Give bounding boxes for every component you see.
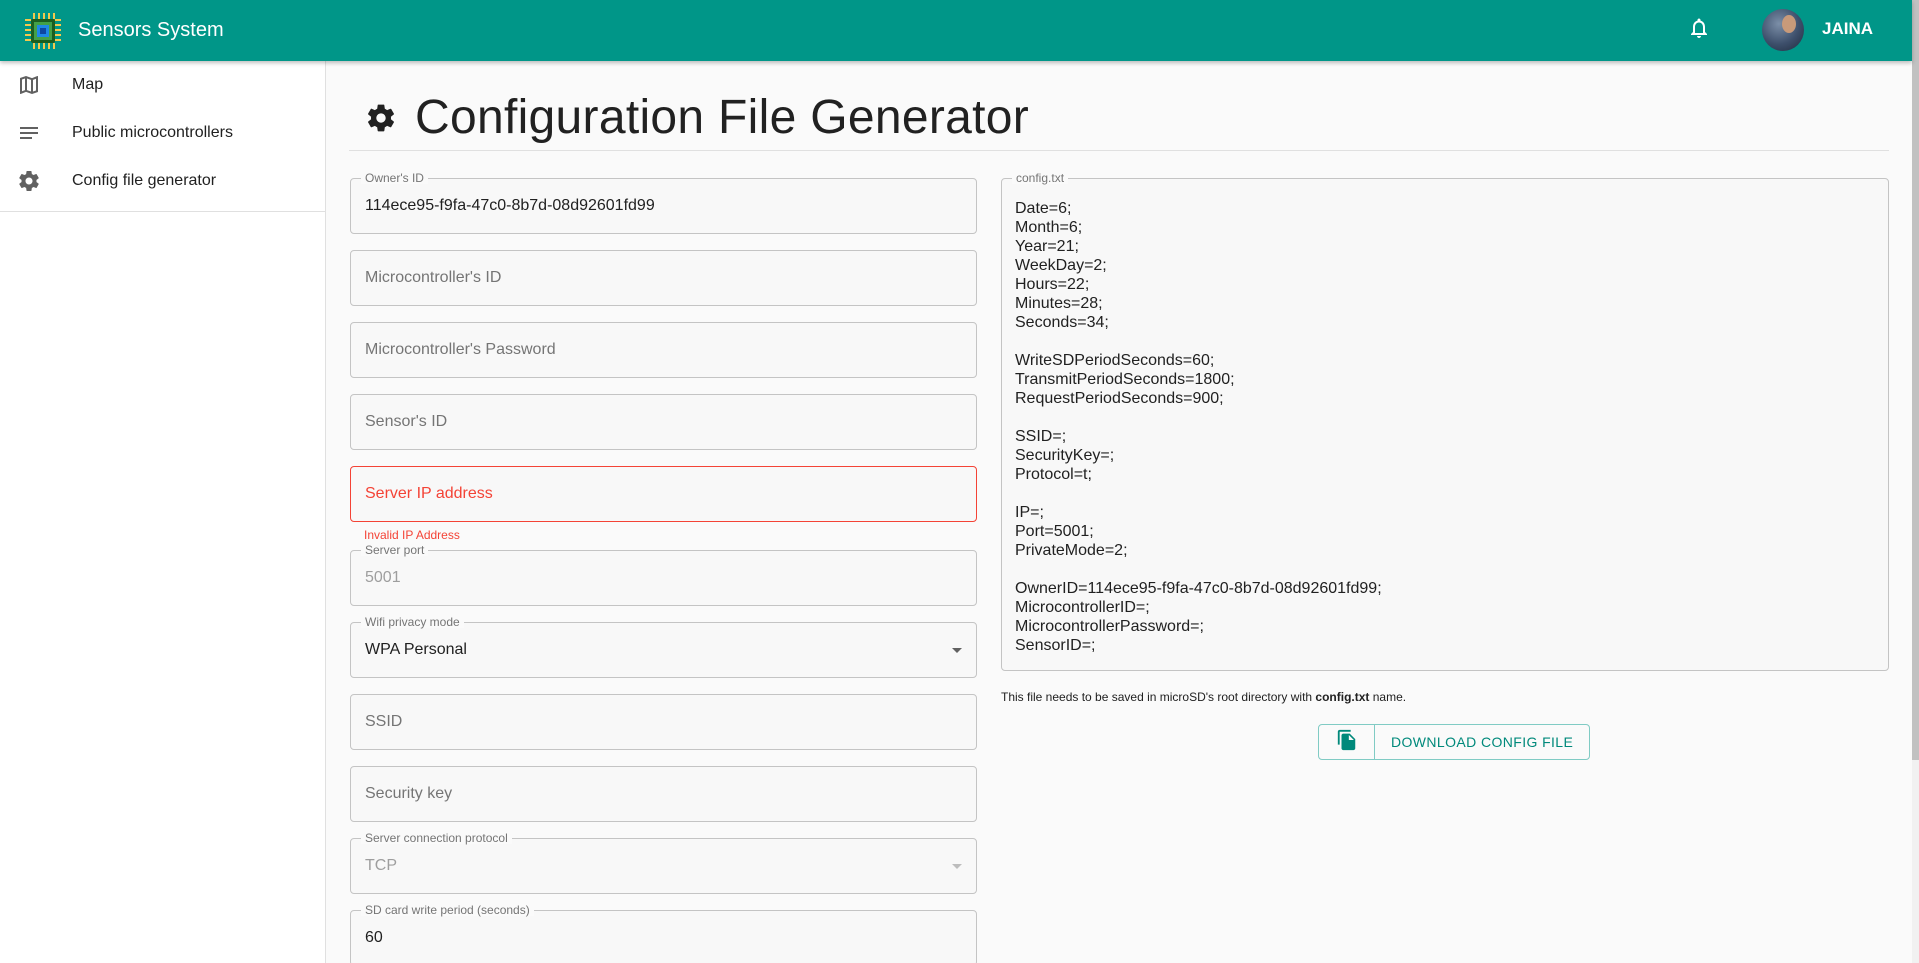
config-text-area[interactable]: config.txt Date=6; Month=6; Year=21; Wee… <box>1001 172 1889 671</box>
server-ip-error-text: Invalid IP Address <box>364 528 460 542</box>
field-label: SD card write period (seconds) <box>361 904 534 916</box>
sidebar-item-label: Public microcontrollers <box>72 124 233 141</box>
dropdown-arrow-icon <box>952 648 962 653</box>
download-button-group: DOWNLOAD CONFIG FILE <box>1318 724 1591 760</box>
field-label: Owner's ID <box>361 172 428 184</box>
field-placeholder: Security key <box>365 785 453 802</box>
field-label: Server port <box>361 544 429 556</box>
list-icon <box>17 121 41 145</box>
sidebar-item-label: Config file generator <box>72 172 217 189</box>
sidebar: Map Public microcontrollers Config file … <box>0 61 326 963</box>
chip-logo-icon <box>22 10 64 52</box>
wifi-privacy-mode-select[interactable]: Wifi privacy mode WPA Personal <box>350 616 977 678</box>
field-value: 60 <box>365 929 383 946</box>
save-instructions: This file needs to be saved in microSD's… <box>1001 690 1406 704</box>
note-prefix: This file needs to be saved in microSD's… <box>1001 690 1316 704</box>
config-text-content: Date=6; Month=6; Year=21; WeekDay=2; Hou… <box>1015 200 1382 654</box>
note-suffix: name. <box>1369 690 1407 704</box>
page-header: Configuration File Generator <box>349 85 1889 151</box>
field-placeholder: Server IP address <box>365 485 493 502</box>
map-icon <box>17 73 41 97</box>
dropdown-arrow-icon <box>952 864 962 869</box>
field-value: 114ece95-f9fa-47c0-8b7d-08d92601fd99 <box>365 197 655 214</box>
sidebar-item-public-microcontrollers[interactable]: Public microcontrollers <box>0 109 325 157</box>
copy-button[interactable] <box>1319 725 1375 759</box>
field-label: Wifi privacy mode <box>361 616 464 628</box>
field-placeholder: Microcontroller's ID <box>365 269 502 286</box>
field-value: 5001 <box>365 569 401 586</box>
nav-list: Map Public microcontrollers Config file … <box>0 61 325 212</box>
server-connection-protocol-select: Server connection protocol TCP <box>350 832 977 894</box>
sidebar-item-config-file-generator[interactable]: Config file generator <box>0 157 325 205</box>
sidebar-item-map[interactable]: Map <box>0 61 325 109</box>
field-placeholder: SSID <box>365 713 403 730</box>
username[interactable]: JAINA <box>1822 19 1873 39</box>
microcontroller-id-field[interactable]: Microcontroller's ID <box>350 250 977 306</box>
field-value: TCP <box>365 857 397 874</box>
avatar[interactable] <box>1762 9 1804 51</box>
copy-icon <box>1336 729 1358 756</box>
notifications-bell-icon[interactable] <box>1687 16 1711 40</box>
field-placeholder: Sensor's ID <box>365 413 448 430</box>
app-bar: Sensors System JAINA <box>0 0 1912 61</box>
download-config-file-button[interactable]: DOWNLOAD CONFIG FILE <box>1375 725 1589 759</box>
gear-icon <box>365 102 397 134</box>
sensor-id-field[interactable]: Sensor's ID <box>350 394 977 450</box>
page-title: Configuration File Generator <box>415 91 1030 144</box>
sidebar-item-label: Map <box>72 76 104 93</box>
gear-icon <box>17 169 41 193</box>
field-value: WPA Personal <box>365 641 467 658</box>
server-port-field: Server port 5001 <box>350 544 977 606</box>
microcontroller-password-field[interactable]: Microcontroller's Password <box>350 322 977 378</box>
server-ip-field[interactable]: Server IP address <box>350 466 977 522</box>
config-file-label: config.txt <box>1012 172 1069 184</box>
main-content: Configuration File Generator Owner's ID … <box>327 61 1912 963</box>
app-title: Sensors System <box>78 19 224 41</box>
ssid-field[interactable]: SSID <box>350 694 977 750</box>
sd-card-write-period-field[interactable]: SD card write period (seconds) 60 <box>350 904 977 963</box>
note-filename: config.txt <box>1315 690 1370 704</box>
field-label: Server connection protocol <box>361 832 512 844</box>
security-key-field[interactable]: Security key <box>350 766 977 822</box>
scrollbar-thumb[interactable] <box>1912 0 1919 760</box>
owner-id-field[interactable]: Owner's ID 114ece95-f9fa-47c0-8b7d-08d92… <box>350 172 977 234</box>
config-form: Owner's ID 114ece95-f9fa-47c0-8b7d-08d92… <box>350 172 977 963</box>
field-placeholder: Microcontroller's Password <box>365 341 556 358</box>
